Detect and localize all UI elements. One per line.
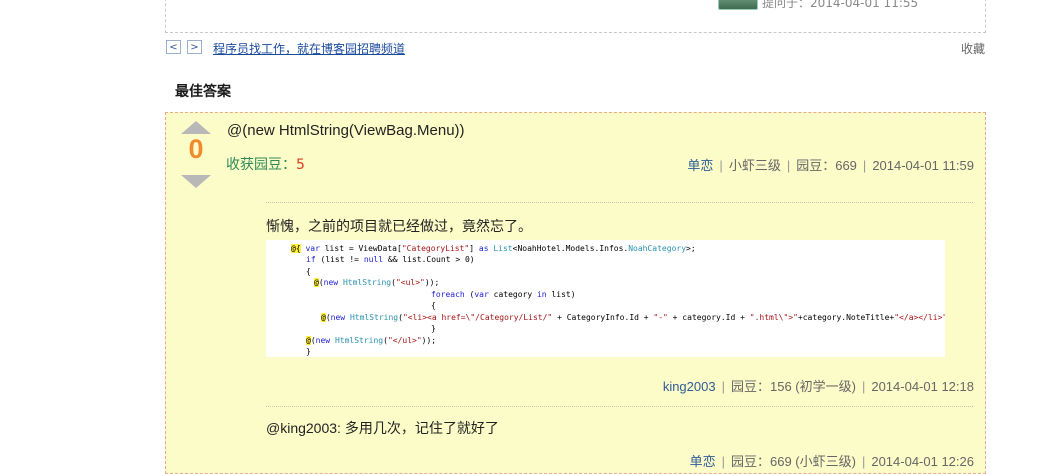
code-line: foreach (var category in list) <box>431 290 576 299</box>
separator: | <box>861 379 866 394</box>
comment-text: @king2003: 多用几次，记住了就好了 <box>266 420 499 436</box>
comment-text: 惭愧，之前的项目就已经做过，竟然忘了。 <box>266 219 532 235</box>
answer-author-link[interactable]: 单恋 <box>687 158 713 173</box>
code-line: { <box>431 301 436 310</box>
best-answer-heading: 最佳答案 <box>175 84 231 100</box>
comment-author-beans: 园豆：156 (初学一级) <box>730 379 856 394</box>
comment-author-link[interactable]: king2003 <box>663 379 716 394</box>
separator: | <box>721 379 725 394</box>
comment-meta: 单恋 | 园豆：669 (小虾三级) | 2014-04-01 12:26 <box>690 451 974 470</box>
favorite-link[interactable]: 收藏 <box>961 40 985 57</box>
asker-avatar[interactable] <box>718 0 758 10</box>
code-line: @{ var list = ViewData["CategoryList"] a… <box>291 244 696 253</box>
divider <box>266 406 973 407</box>
code-line: @(new HtmlString("</ul>")); <box>306 336 437 345</box>
code-screenshot-image: @{ var list = ViewData["CategoryList"] a… <box>266 240 945 357</box>
code-line: } <box>306 347 311 356</box>
answer-author-beans: 园豆：669 <box>796 158 857 173</box>
reward-value: 5 <box>296 157 305 173</box>
comment-time: 2014-04-01 12:18 <box>871 379 974 394</box>
answer-text: @(new HtmlString(ViewBag.Menu)) <box>227 122 465 139</box>
code-line: @(new HtmlString("<ul>")); <box>314 278 440 287</box>
code-line: } <box>431 324 436 333</box>
reward-label: 收获园豆： <box>226 157 296 173</box>
reward-row: 收获园豆：5 <box>226 154 305 174</box>
code-line: { <box>306 267 311 276</box>
answer-meta: 单恋 | 小虾三级 | 园豆：669 | 2014-04-01 11:59 <box>687 155 974 174</box>
separator: | <box>862 158 867 173</box>
next-question-button[interactable]: > <box>187 40 202 54</box>
code-line: @(new HtmlString("<li><a href=\"/Categor… <box>321 313 945 322</box>
comment-meta: king2003 | 园豆：156 (初学一级) | 2014-04-01 12:18 <box>663 376 974 395</box>
separator: | <box>786 158 791 173</box>
divider <box>266 202 973 203</box>
code-line: if (list != null && list.Count > 0) <box>306 255 475 264</box>
job-channel-link[interactable]: 程序员找工作，就在博客园招聘频道 <box>213 40 405 57</box>
vote-count: 0 <box>188 134 204 164</box>
asked-time: 提问于：2014-04-01 11:55 <box>762 0 919 10</box>
vote-up-icon[interactable] <box>181 121 211 134</box>
answer-time: 2014-04-01 11:59 <box>872 158 974 173</box>
separator: | <box>719 158 723 173</box>
vote-down-icon[interactable] <box>181 175 211 188</box>
prev-question-button[interactable]: < <box>166 40 181 54</box>
answer-author-level: 小虾三级 <box>728 158 781 173</box>
